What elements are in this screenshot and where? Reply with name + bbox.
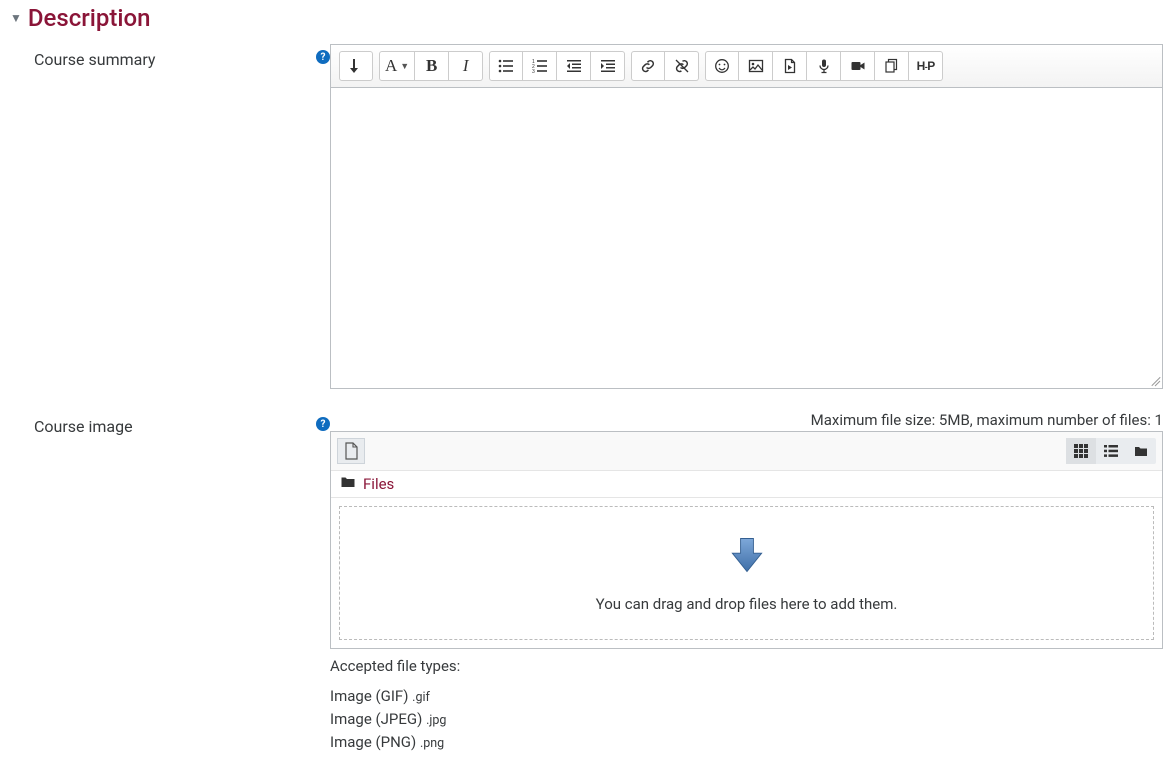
file-type-label: Image (JPEG): [330, 710, 422, 728]
unordered-list-button[interactable]: [489, 51, 523, 81]
editor-content-area[interactable]: [331, 88, 1162, 388]
unlink-button[interactable]: [665, 51, 699, 81]
chevron-down-icon: ▼: [400, 61, 409, 71]
indent-button[interactable]: [591, 51, 625, 81]
file-path: Files: [331, 471, 1162, 498]
file-size-info: Maximum file size: 5MB, maximum number o…: [330, 411, 1163, 429]
label-col: Course summary: [10, 44, 330, 69]
course-summary-row: Course summary A▼ B I: [10, 44, 1163, 389]
download-arrow-icon: [725, 533, 769, 577]
italic-button[interactable]: I: [449, 51, 483, 81]
expand-icon: [348, 58, 364, 74]
section-header[interactable]: ▼ Description: [10, 4, 1163, 32]
label-col: Course image: [10, 411, 330, 436]
accepted-type-item: Image (JPEG) .jpg: [330, 708, 1163, 731]
link-button[interactable]: [631, 51, 665, 81]
files-icon: [884, 58, 900, 74]
outdent-icon: [566, 58, 582, 74]
editor-toolbar: A▼ B I 123: [331, 45, 1162, 88]
file-type-label: Image (GIF): [330, 687, 408, 705]
ordered-list-button[interactable]: 123: [523, 51, 557, 81]
add-file-button[interactable]: [337, 438, 365, 464]
folder-icon: [1134, 444, 1148, 458]
course-image-row: Course image Maximum file size: 5MB, max…: [10, 411, 1163, 753]
list-icon: [1104, 444, 1118, 458]
image-button[interactable]: [739, 51, 773, 81]
h5p-icon: H-P: [917, 59, 935, 73]
microphone-icon: [816, 58, 832, 74]
rich-text-editor: A▼ B I 123: [330, 44, 1163, 389]
file-icon: [782, 58, 798, 74]
section-title: Description: [28, 4, 151, 32]
view-toggle: [1066, 438, 1156, 464]
filepicker-toolbar: [331, 432, 1162, 471]
file-type-label: Image (PNG): [330, 733, 416, 751]
emoji-button[interactable]: [705, 51, 739, 81]
letter-a-icon: A: [385, 56, 397, 76]
h5p-button[interactable]: H-P: [909, 51, 943, 81]
paragraph-style-button[interactable]: A▼: [379, 51, 415, 81]
bold-button[interactable]: B: [415, 51, 449, 81]
file-type-ext: .gif: [412, 690, 430, 705]
view-details-button[interactable]: [1096, 438, 1126, 464]
drop-area[interactable]: You can drag and drop files here to add …: [339, 506, 1154, 640]
svg-text:3: 3: [532, 69, 535, 74]
field-col: A▼ B I 123: [330, 44, 1163, 389]
accepted-types-list: Image (GIF) .gif Image (JPEG) .jpg Image…: [330, 685, 1163, 753]
list-ol-icon: 123: [532, 58, 548, 74]
emoji-icon: [714, 58, 730, 74]
help-icon[interactable]: [316, 50, 330, 64]
list-ul-icon: [498, 58, 514, 74]
file-picker: Files You can drag and drop files here t…: [330, 431, 1163, 649]
grid-icon: [1074, 444, 1088, 458]
unlink-icon: [674, 58, 690, 74]
accepted-type-item: Image (GIF) .gif: [330, 685, 1163, 708]
document-icon: [344, 442, 359, 460]
collapse-icon: ▼: [10, 11, 22, 25]
toolbar-toggle-button[interactable]: [339, 51, 373, 81]
help-icon[interactable]: [316, 417, 330, 431]
accepted-type-item: Image (PNG) .png: [330, 731, 1163, 754]
accepted-types-label: Accepted file types:: [330, 657, 1163, 675]
course-image-label: Course image: [34, 417, 133, 436]
outdent-button[interactable]: [557, 51, 591, 81]
file-type-ext: .png: [420, 736, 444, 751]
link-icon: [640, 58, 656, 74]
record-audio-button[interactable]: [807, 51, 841, 81]
file-type-ext: .jpg: [426, 713, 446, 728]
media-button[interactable]: [773, 51, 807, 81]
view-icons-button[interactable]: [1066, 438, 1096, 464]
indent-icon: [600, 58, 616, 74]
image-icon: [748, 58, 764, 74]
video-icon: [850, 58, 866, 74]
field-col: Maximum file size: 5MB, maximum number o…: [330, 411, 1163, 753]
view-tree-button[interactable]: [1126, 438, 1156, 464]
course-summary-label: Course summary: [34, 50, 155, 69]
path-files-link[interactable]: Files: [363, 475, 394, 493]
manage-files-button[interactable]: [875, 51, 909, 81]
resize-handle-icon[interactable]: [1148, 374, 1160, 386]
drop-text: You can drag and drop files here to add …: [350, 595, 1143, 613]
folder-icon: [341, 476, 355, 492]
record-video-button[interactable]: [841, 51, 875, 81]
